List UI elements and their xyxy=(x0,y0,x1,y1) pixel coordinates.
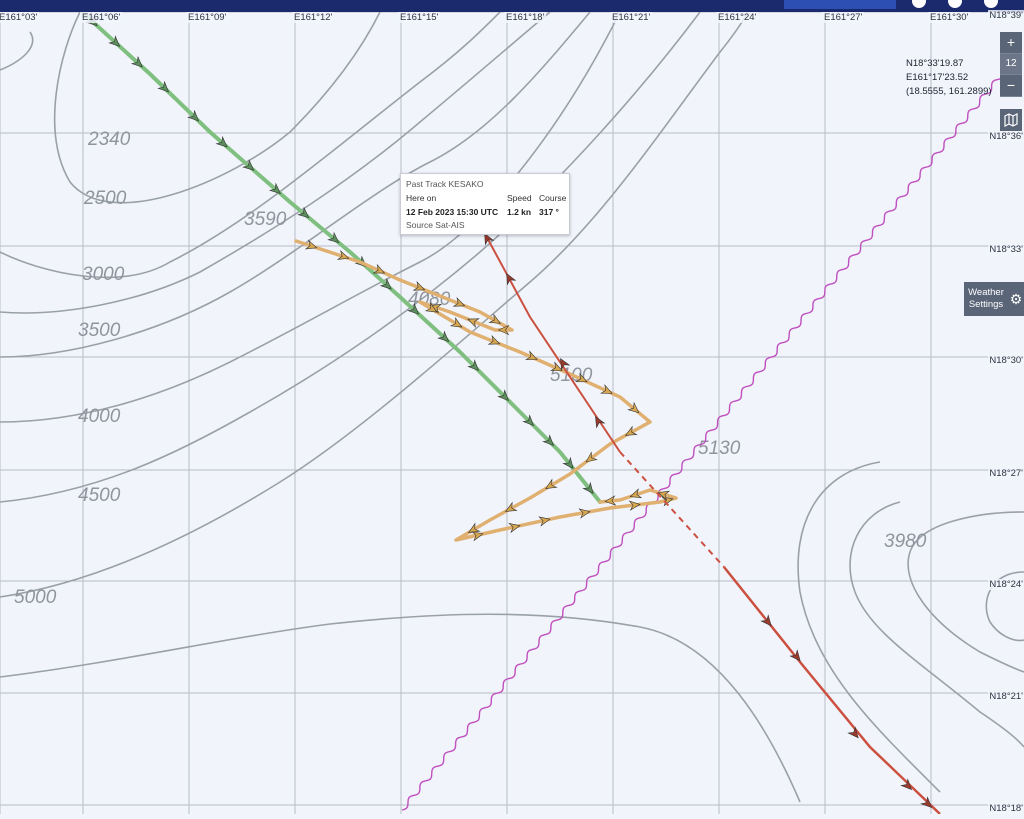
popup-speed-label: Speed xyxy=(507,193,532,203)
contour-line xyxy=(0,31,34,71)
top-bar-icon-1[interactable] xyxy=(912,0,926,8)
top-bar-icon-2[interactable] xyxy=(948,0,962,8)
track-popup: Past Track KESAKO Here on Speed Course 1… xyxy=(400,173,570,235)
depth-label: 3590 xyxy=(244,209,287,230)
purple-wavy-line xyxy=(401,50,1020,811)
map-canvas[interactable]: 2340 2500 3590 3000 3500 4080 4000 5100 5130 4500… xyxy=(0,10,1024,815)
longitude-label: E161°24' xyxy=(716,12,759,23)
popup-source: Source Sat-AIS xyxy=(406,220,465,230)
tracks xyxy=(80,10,1020,815)
depth-label: 3500 xyxy=(78,320,121,341)
contour-line xyxy=(0,11,501,279)
top-bar xyxy=(0,0,1024,12)
longitude-label: E161°30' xyxy=(928,12,971,23)
latitude-label: N18°30' xyxy=(988,355,1024,366)
weather-label-line2: Settings xyxy=(968,299,1004,310)
contour-line xyxy=(0,613,801,803)
longitude-label: E161°06' xyxy=(80,12,123,23)
popup-speed: 1.2 kn xyxy=(507,207,532,217)
longitude-label: E161°09' xyxy=(186,12,229,23)
popup-timestamp: 12 Feb 2023 15:30 UTC xyxy=(406,207,499,217)
orange-track-line xyxy=(294,239,678,542)
longitude-label: E161°03' xyxy=(0,12,40,23)
popup-course: 317 ° xyxy=(539,207,559,217)
zoom-level: 12 xyxy=(1000,54,1022,75)
longitude-label: E161°27' xyxy=(822,12,865,23)
longitude-label: E161°15' xyxy=(398,12,441,23)
contour-line xyxy=(53,11,381,204)
latitude-label: N18°36' xyxy=(988,131,1024,142)
map-icon xyxy=(1004,113,1018,127)
weather-settings-button[interactable]: Weather Settings ⚙ xyxy=(964,282,1024,316)
depth-label: 2500 xyxy=(83,188,127,209)
red-track xyxy=(483,231,941,815)
red-track-dashed xyxy=(619,451,725,568)
contour-line xyxy=(797,461,941,793)
popup-title: Past Track KESAKO xyxy=(406,179,484,189)
latitude-label: N18°27' xyxy=(988,468,1024,479)
top-bar-search-box[interactable] xyxy=(784,0,896,9)
red-track-line-north xyxy=(483,231,621,453)
longitude-label: E161°18' xyxy=(504,12,547,23)
zoom-control: + 12 − xyxy=(1000,32,1022,97)
contour-line xyxy=(0,11,749,598)
map-svg[interactable]: 2340250035903000350040804000510051304500… xyxy=(0,10,1024,815)
map-layers-button[interactable] xyxy=(1000,109,1022,131)
cursor-decimal: (18.5555, 161.2899) xyxy=(906,86,992,97)
depth-label: 5130 xyxy=(698,438,741,459)
zoom-out-button[interactable]: − xyxy=(1000,75,1022,97)
graticule xyxy=(0,11,1024,814)
latitude-label: N18°18' xyxy=(988,803,1024,814)
longitude-label: E161°12' xyxy=(292,12,335,23)
zoom-in-button[interactable]: + xyxy=(1000,32,1022,54)
cursor-coordinate-readout: N18°33'19.87 E161°17'23.52 (18.5555, 161… xyxy=(906,57,992,99)
track-arrow xyxy=(900,778,912,791)
depth-label: 2340 xyxy=(87,129,131,150)
depth-label: 3000 xyxy=(82,264,125,285)
depth-label: 4000 xyxy=(78,406,121,427)
top-bar-icon-3[interactable] xyxy=(984,0,998,8)
track-arrow xyxy=(600,384,613,394)
longitude-label: E161°21' xyxy=(610,12,653,23)
track-arrow xyxy=(506,272,517,286)
depth-label: 5000 xyxy=(14,587,57,608)
depth-label: 3980 xyxy=(884,531,927,552)
cursor-lon: E161°17'23.52 xyxy=(906,72,969,83)
orange-track xyxy=(294,239,678,542)
cursor-lat: N18°33'19.87 xyxy=(906,58,964,69)
depth-label: 4500 xyxy=(78,485,121,506)
weather-settings-label: Weather Settings xyxy=(964,287,1008,311)
weather-label-line1: Weather xyxy=(968,287,1004,298)
latitude-label: N18°39' xyxy=(988,10,1024,21)
popup-course-label: Course xyxy=(539,193,567,203)
gear-icon: ⚙ xyxy=(1009,291,1023,307)
depth-contours xyxy=(0,11,1024,803)
latitude-label: N18°24' xyxy=(988,579,1024,590)
popup-here-on-label: Here on xyxy=(406,193,437,203)
latitude-label: N18°33' xyxy=(988,244,1024,255)
red-track-line-south xyxy=(723,566,941,815)
latitude-label: N18°21' xyxy=(988,691,1024,702)
contour-line xyxy=(849,501,1024,748)
